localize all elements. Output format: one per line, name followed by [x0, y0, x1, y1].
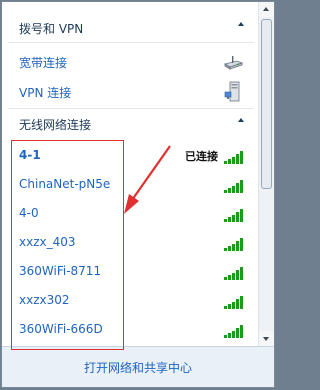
connection-label: VPN 连接: [19, 86, 72, 100]
arrow-down-icon: [263, 337, 269, 341]
divider: [8, 42, 254, 43]
vertical-scrollbar[interactable]: [258, 2, 274, 346]
arrow-up-icon: [263, 7, 269, 11]
wifi-signal-icon: [224, 149, 246, 164]
wifi-signal-icon: [224, 207, 246, 222]
collapse-chevron-icon[interactable]: [238, 22, 244, 26]
wifi-signal-icon: [224, 178, 246, 193]
scrollbar-thumb[interactable]: [261, 19, 272, 189]
wifi-signal-icon: [224, 236, 246, 251]
section-header-wireless[interactable]: 无线网络连接: [2, 112, 258, 136]
annotation-arrow: [124, 145, 171, 214]
vpn-computer-icon: [224, 81, 240, 102]
connection-item-vpn[interactable]: VPN 连接: [2, 78, 258, 106]
wifi-signal-icon: [224, 294, 246, 309]
divider: [8, 108, 254, 109]
connection-status: 已连接: [185, 150, 218, 163]
wifi-signal-icon: [224, 265, 246, 280]
network-flyout-panel: 拨号和 VPN 宽带连接 VPN 连接 无线网络连接 4-1 已连接 China…: [1, 1, 275, 388]
annotation-highlight-box: [11, 140, 124, 350]
broadband-modem-icon: [223, 56, 244, 70]
section-title: 拨号和 VPN: [19, 22, 84, 36]
section-header-dialup-vpn[interactable]: 拨号和 VPN: [2, 16, 258, 40]
collapse-chevron-icon[interactable]: [238, 118, 244, 122]
connection-item-broadband[interactable]: 宽带连接: [2, 48, 258, 76]
scroll-down-button[interactable]: [259, 331, 274, 346]
open-network-sharing-center-link[interactable]: 打开网络和共享中心: [2, 359, 274, 376]
footer-bar: 打开网络和共享中心: [2, 346, 274, 387]
wifi-signal-icon: [224, 323, 246, 338]
connection-label: 宽带连接: [19, 56, 68, 70]
scroll-up-button[interactable]: [259, 2, 274, 17]
section-title: 无线网络连接: [19, 118, 92, 132]
